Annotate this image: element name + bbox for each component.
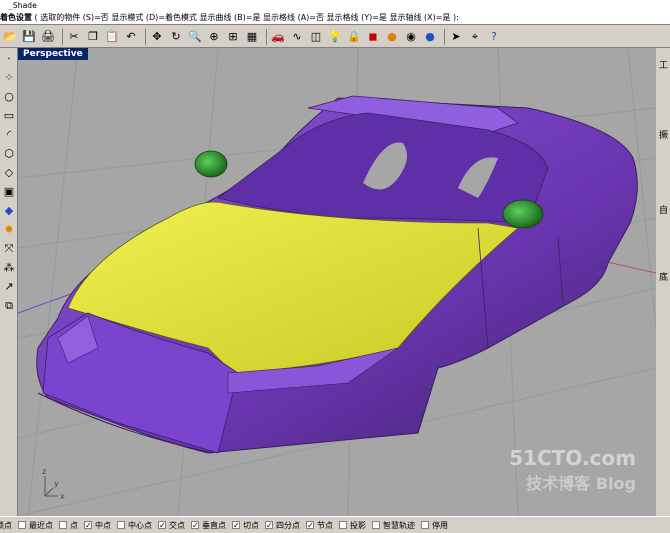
toolbar-separator	[266, 28, 267, 45]
circle-icon[interactable]: ○	[1, 89, 17, 105]
osnap-item[interactable]: 点	[59, 520, 78, 531]
right-panel-label[interactable]: 工	[659, 58, 668, 71]
right-panel-label[interactable]: 底	[659, 270, 668, 283]
light-icon[interactable]: 💡	[327, 29, 343, 45]
osnap-checkbox[interactable]	[421, 521, 429, 529]
left-toolbar: · ⁘ ○ ▭ ◜ ⬡ ◇ ▣ ◆ ✸ ⤧ ⁂ ↗ ⧉	[0, 48, 18, 516]
toolbar-separator	[444, 28, 445, 45]
osnap-checkbox[interactable]	[18, 521, 26, 529]
pan-icon[interactable]: ✥	[149, 29, 165, 45]
rectangle-icon[interactable]: ▭	[1, 108, 17, 124]
perspective-viewport[interactable]: z x y Perspective 51CTO.com 技术博客 Blog	[18, 48, 656, 516]
right-mirror[interactable]	[502, 199, 544, 229]
zoom-extents-icon[interactable]: ⊞	[225, 29, 241, 45]
osnap-item[interactable]: ✓ 交点	[158, 520, 185, 531]
dotted-icon[interactable]: ⁘	[1, 70, 17, 86]
osnap-checkbox[interactable]: ✓	[158, 521, 166, 530]
osnap-checkbox[interactable]: ✓	[232, 521, 240, 530]
color-icon[interactable]: ●	[384, 29, 400, 45]
osnap-checkbox[interactable]: ✓	[306, 521, 314, 530]
toolbar-separator	[145, 28, 146, 45]
watermark-line1: 51CTO.com	[509, 446, 636, 470]
axis-label-x: x	[60, 492, 65, 501]
box-icon[interactable]: ▣	[1, 184, 17, 200]
lock-icon[interactable]: 🔒	[346, 29, 362, 45]
osnap-item[interactable]: ✓ 节点	[306, 520, 333, 531]
osnap-checkbox[interactable]	[339, 521, 347, 529]
axis-label-y: y	[54, 479, 59, 488]
cursor-icon[interactable]: ➤	[448, 29, 464, 45]
osnap-item[interactable]: ✓ 切点	[232, 520, 259, 531]
command-prompt-label: 着色设置	[0, 13, 32, 22]
osnap-item[interactable]: 投影	[339, 520, 366, 531]
cut-icon[interactable]: ✂	[66, 29, 82, 45]
osnap-item[interactable]: 中心点	[117, 520, 152, 531]
snap-icon[interactable]: ⌖	[467, 29, 483, 45]
open-icon[interactable]: 📂	[2, 29, 18, 45]
osnap-checkbox[interactable]: ✓	[191, 521, 199, 530]
shape-icon[interactable]: ⬡	[1, 146, 17, 162]
osnap-checkbox[interactable]	[372, 521, 380, 529]
material-icon[interactable]: ◼	[365, 29, 381, 45]
explode-icon[interactable]: ✸	[1, 222, 17, 238]
curve-icon[interactable]: ∿	[289, 29, 305, 45]
undo-icon[interactable]: ↶	[123, 29, 139, 45]
command-prompt[interactable]: 着色设置 ( 选取的物件 (S)=否 显示模式 (D)=着色模式 显示曲线 (B…	[0, 11, 670, 25]
dim-icon[interactable]: ↗	[1, 279, 17, 295]
osnap-item[interactable]: 智慧轨迹	[372, 520, 415, 531]
osnap-checkbox[interactable]	[117, 521, 125, 529]
zoom-window-icon[interactable]: ⊕	[206, 29, 222, 45]
standard-toolbar: 📂 💾 🖨 ✂ ❐ 📋 ↶ ✥ ↻ 🔍 ⊕ ⊞ ▦ 🚗 ∿ ◫ 💡 🔒 ◼ ● …	[0, 26, 670, 48]
layer-icon[interactable]: ◫	[308, 29, 324, 45]
status-prefix: 锁点	[0, 520, 12, 530]
watermark-line2: 技术博客 Blog	[526, 474, 636, 493]
zoom-icon[interactable]: 🔍	[187, 29, 203, 45]
paste-icon[interactable]: 📋	[104, 29, 120, 45]
osnap-checkbox[interactable]	[59, 521, 67, 529]
osnap-checkbox[interactable]: ✓	[84, 521, 92, 530]
osnap-checkbox[interactable]: ✓	[265, 521, 273, 530]
right-panel-label[interactable]: 自	[659, 203, 668, 216]
group-icon[interactable]: ⧉	[1, 298, 17, 314]
left-mirror[interactable]	[194, 150, 228, 178]
sphere-icon[interactable]: ●	[422, 29, 438, 45]
blend-icon[interactable]: ◆	[1, 203, 17, 219]
osnap-item[interactable]: ✓ 垂直点	[191, 520, 226, 531]
osnap-item[interactable]: 停用	[421, 520, 448, 531]
print-icon[interactable]: 🖨	[40, 29, 56, 45]
array-icon[interactable]: ⁂	[1, 260, 17, 276]
right-panel-label[interactable]: 撅	[659, 128, 668, 141]
right-panel: 工 撅 自 底	[656, 48, 670, 516]
command-prompt-options[interactable]: ( 选取的物件 (S)=否 显示模式 (D)=着色模式 显示曲线 (B)=是 显…	[35, 13, 459, 22]
viewport-title[interactable]: Perspective	[18, 48, 88, 60]
save-icon[interactable]: 💾	[21, 29, 37, 45]
command-history: _Shade	[0, 0, 670, 11]
toolbar-separator	[62, 28, 63, 45]
car-icon[interactable]: 🚗	[270, 29, 286, 45]
osnap-item[interactable]: ✓ 中点	[84, 520, 111, 531]
watermark: 51CTO.com 技术博客 Blog	[509, 446, 636, 494]
copy-icon[interactable]: ❐	[85, 29, 101, 45]
grid-icon[interactable]: ▦	[244, 29, 260, 45]
move-icon[interactable]: ⤧	[1, 241, 17, 257]
osnap-item[interactable]: 最近点	[18, 520, 53, 531]
point-icon[interactable]: ·	[1, 51, 17, 67]
rotate-icon[interactable]: ↻	[168, 29, 184, 45]
axis-label-z: z	[42, 467, 46, 476]
render-icon[interactable]: ◉	[403, 29, 419, 45]
osnap-bar: 锁点 最近点 点 ✓中点 中心点 ✓交点 ✓垂直点 ✓切点 ✓四分点 ✓节点 投…	[0, 516, 670, 533]
osnap-item[interactable]: ✓ 四分点	[265, 520, 300, 531]
arc-icon[interactable]: ◜	[1, 127, 17, 143]
help-icon[interactable]: ?	[486, 29, 502, 45]
surface-icon[interactable]: ◇	[1, 165, 17, 181]
